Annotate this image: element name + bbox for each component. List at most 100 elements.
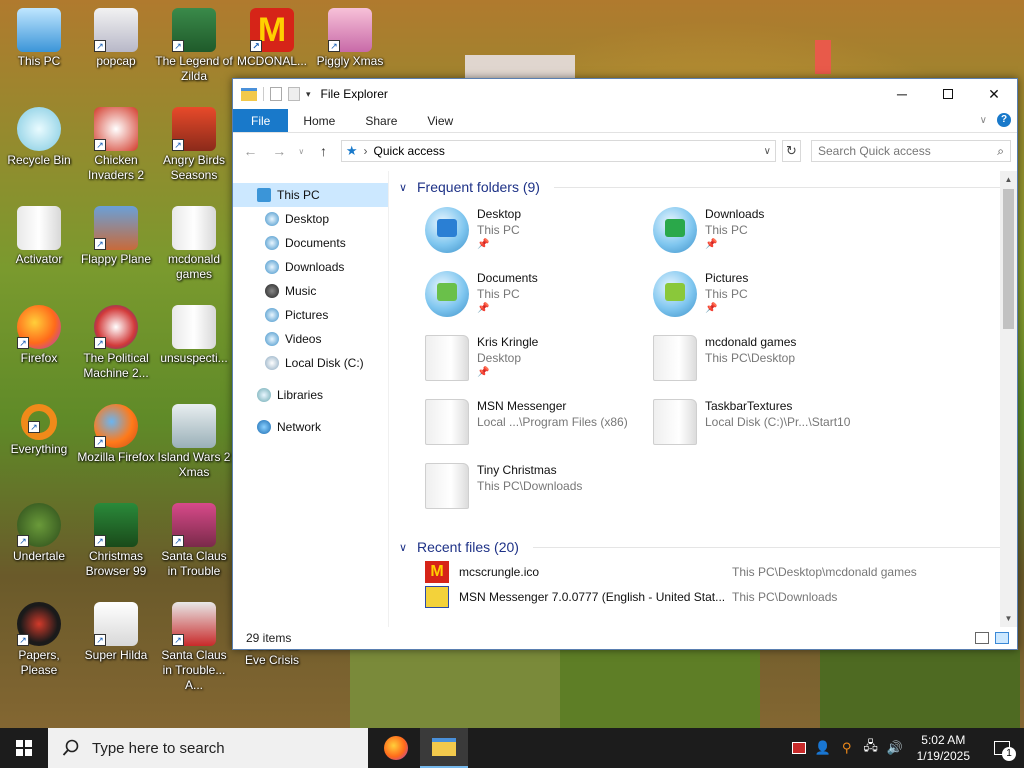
close-button[interactable]: ✕ (971, 79, 1017, 109)
desktop-icon-unsuspecting[interactable]: unsuspecti... (155, 299, 233, 366)
desktop-icon-super-hilda[interactable]: ↗ Super Hilda (77, 596, 155, 663)
taskbar-search-input[interactable]: Type here to search (48, 728, 368, 768)
folder-item-kris-kringle[interactable]: Kris Kringle Desktop 📌 (425, 329, 653, 393)
nav-item-videos[interactable]: Videos (233, 327, 388, 351)
nav-item-desktop[interactable]: Desktop (233, 207, 388, 231)
address-dropdown-chevron-icon[interactable]: ∨ (764, 146, 771, 157)
back-button[interactable]: ← (239, 139, 262, 163)
forward-button[interactable]: → (268, 139, 291, 163)
address-bar[interactable]: ★ › Quick access ∨ (340, 140, 776, 162)
desktop-icon-mcdonald-games[interactable]: mcdonald games (155, 200, 233, 282)
desktop-icon-chicken-invaders[interactable]: ↗ Chicken Invaders 2 (77, 101, 155, 183)
desktop-icon-political-machine[interactable]: ↗ The Political Machine 2... (77, 299, 155, 381)
nav-item-downloads[interactable]: Downloads (233, 255, 388, 279)
tab-file[interactable]: File (233, 109, 289, 132)
desktop-icon-label: The Political Machine 2... (83, 351, 149, 380)
minimize-button[interactable]: ─ (879, 79, 925, 109)
pig-icon: ↗ (328, 8, 372, 52)
nav-item-documents[interactable]: Documents (233, 231, 388, 255)
taskbar-app-firefox[interactable] (372, 728, 420, 768)
large-icons-view-icon[interactable] (995, 632, 1009, 644)
installer-icon (425, 585, 449, 608)
folder-item-documents[interactable]: Documents This PC 📌 (425, 265, 653, 329)
desktop-icon-flappy-plane[interactable]: ↗ Flappy Plane (77, 200, 155, 267)
action-center-button[interactable]: 1 (980, 728, 1024, 768)
nav-item-network[interactable]: Network (233, 415, 388, 439)
tray-user-icon[interactable]: 👤 (811, 728, 835, 768)
new-folder-icon[interactable] (288, 87, 300, 101)
nav-item-libraries[interactable]: Libraries (233, 383, 388, 407)
customize-toolbar-chevron-icon[interactable]: ▾ (306, 89, 311, 100)
folder-location: This PC (477, 287, 520, 301)
desktop-icon-christmas-browser[interactable]: ↗ Christmas Browser 99 (77, 497, 155, 579)
nav-item-label: Pictures (285, 308, 329, 322)
vertical-scrollbar[interactable]: ▲ ▼ (1000, 171, 1017, 627)
recent-file-row[interactable]: M mcscrungle.ico This PC\Desktop\mcdonal… (425, 559, 1017, 584)
pin-icon: 📌 (705, 303, 718, 314)
nav-item-label: Desktop (285, 212, 330, 226)
maximize-button[interactable] (925, 79, 971, 109)
folder-item-downloads[interactable]: Downloads This PC 📌 (653, 201, 881, 265)
desktop-icon-this-pc[interactable]: This PC (0, 2, 78, 69)
network-icon (257, 420, 271, 434)
properties-icon[interactable] (270, 87, 282, 101)
scrollbar-thumb[interactable] (1003, 189, 1014, 329)
desktop-icon-popcap[interactable]: ↗ popcap (77, 2, 155, 69)
papers-please-icon: ↗ (17, 602, 61, 646)
nav-item-this-pc[interactable]: This PC (233, 183, 388, 207)
breadcrumb[interactable]: Quick access (374, 144, 758, 158)
taskbar-app-file-explorer[interactable] (420, 728, 468, 768)
search-input[interactable]: Search Quick access ⌕ (810, 140, 1011, 162)
desktop-icon-angry-birds[interactable]: ↗ Angry Birds Seasons (155, 101, 233, 183)
desktop-icon-recycle-bin[interactable]: Recycle Bin (0, 101, 78, 168)
scroll-down-icon[interactable]: ▼ (1000, 610, 1017, 627)
folder-item-mcdonald-games[interactable]: mcdonald games This PC\Desktop (653, 329, 881, 393)
desktop-icon-island-wars[interactable]: Island Wars 2 Xmas (155, 398, 233, 480)
desktop-icon-activator[interactable]: Activator (0, 200, 78, 267)
desktop-icon-santa-claus[interactable]: ↗ Santa Claus in Trouble (155, 497, 233, 579)
start-button[interactable] (0, 728, 48, 768)
scroll-up-icon[interactable]: ▲ (1000, 171, 1017, 188)
tray-search-icon[interactable]: ⚲ (835, 728, 859, 768)
navigation-pane: This PC Desktop Documents Downloads Musi… (233, 171, 389, 627)
title-bar[interactable]: ▾ File Explorer ─ ✕ (233, 79, 1017, 109)
desktop-icon-santa-claus-2[interactable]: ↗ Santa Claus in Trouble... A... (155, 596, 233, 693)
network-icon[interactable]: 🖧 (859, 728, 883, 768)
tray-app-icon[interactable] (787, 728, 811, 768)
desktop-icon-everything[interactable]: ↗ Everything (0, 398, 78, 457)
tab-home[interactable]: Home (288, 109, 350, 132)
refresh-button[interactable]: ↻ (781, 140, 801, 162)
firefox-icon (384, 736, 408, 760)
desktop-icon-mozilla-firefox[interactable]: ↗ Mozilla Firefox (77, 398, 155, 465)
folder-item-msn-messenger[interactable]: MSN Messenger Local ...\Program Files (x8… (425, 393, 653, 457)
pin-icon: 📌 (477, 303, 490, 314)
nav-item-local-disk[interactable]: Local Disk (C:) (233, 351, 388, 375)
expand-ribbon-chevron-icon[interactable]: ∨ (980, 115, 987, 126)
frequent-folders-header[interactable]: ∨ Frequent folders (9) (399, 175, 1017, 199)
desktop-icon-piggly-xmas[interactable]: ↗ Piggly Xmas (311, 2, 389, 69)
folder-item-tiny-christmas[interactable]: Tiny Christmas This PC\Downloads (425, 457, 653, 521)
desktop-icon-papers-please[interactable]: ↗ Papers, Please (0, 596, 78, 678)
recent-files-header[interactable]: ∨ Recent files (20) (399, 535, 1017, 559)
recent-locations-chevron-icon[interactable]: ∨ (297, 139, 307, 163)
folder-item-taskbartextures[interactable]: TaskbarTextures Local Disk (C:)\Pr...\Sta… (653, 393, 881, 457)
tab-view[interactable]: View (412, 109, 468, 132)
desktop-icon-undertale[interactable]: ↗ Undertale (0, 497, 78, 564)
desktop-icon-label: Super Hilda (84, 648, 148, 662)
help-icon[interactable]: ? (997, 113, 1011, 127)
desktop-icon-label: Santa Claus in Trouble (161, 549, 227, 578)
recent-file-row[interactable]: MSN Messenger 7.0.0777 (English - United… (425, 584, 1017, 609)
clock[interactable]: 5:02 AM 1/19/2025 (907, 732, 980, 764)
nav-item-music[interactable]: Music (233, 279, 388, 303)
folder-item-pictures[interactable]: Pictures This PC 📌 (653, 265, 881, 329)
tab-share[interactable]: Share (350, 109, 412, 132)
desktop-icon-firefox[interactable]: ↗ Firefox (0, 299, 78, 366)
desktop-icon-legend-of-zilda[interactable]: ↗ The Legend of Zilda (155, 2, 233, 84)
details-view-icon[interactable] (975, 632, 989, 644)
libraries-icon (257, 388, 271, 402)
up-button[interactable]: ↑ (312, 139, 335, 163)
folder-item-desktop[interactable]: Desktop This PC 📌 (425, 201, 653, 265)
desktop-icon-mcdonal[interactable]: M ↗ MCDONAL... (233, 2, 311, 69)
nav-item-pictures[interactable]: Pictures (233, 303, 388, 327)
volume-icon[interactable]: 🔊 (883, 728, 907, 768)
